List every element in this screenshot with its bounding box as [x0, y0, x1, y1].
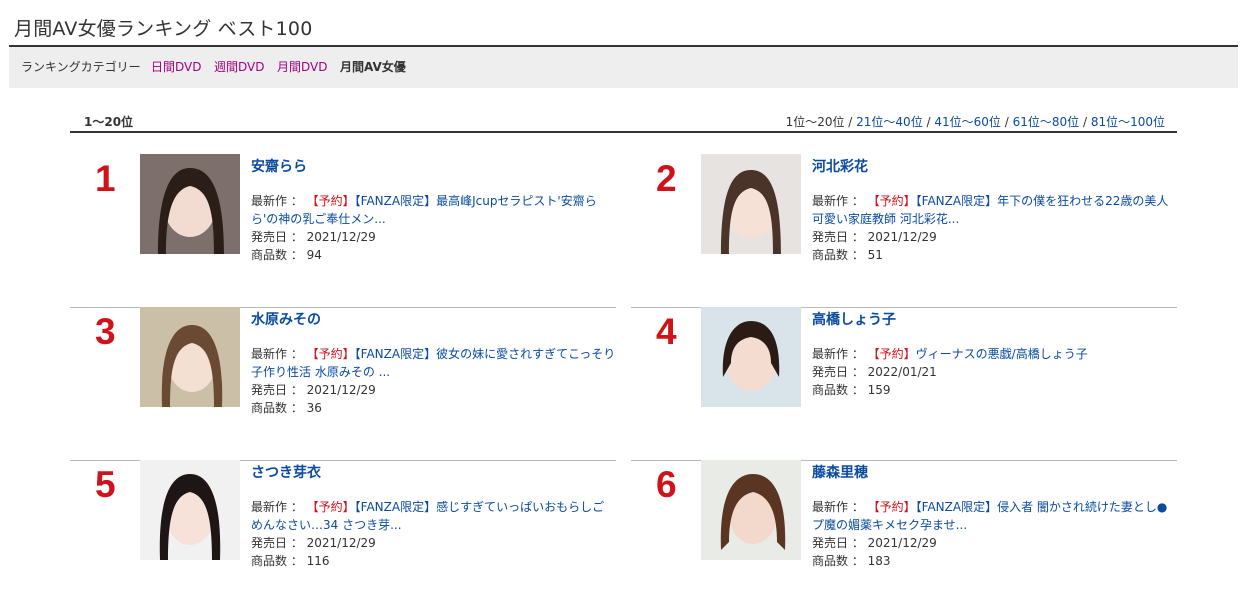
actress-photo-placeholder-icon [140, 460, 240, 560]
release-date: 2022/01/21 [867, 365, 937, 379]
release-label: 発売日 ： [251, 230, 307, 244]
actress-photo[interactable] [140, 154, 240, 254]
page-title: 月間AV女優ランキング ベスト100 [14, 18, 313, 40]
range-link-41-60[interactable]: 41位〜60位 [934, 115, 1001, 129]
latest-label: 最新作 ： [251, 500, 307, 514]
actress-name-link[interactable]: 河北彩花 [812, 156, 1177, 176]
count-label: 商品数 ： [251, 248, 307, 262]
category-monthly-dvd-link[interactable]: 月間DVD [277, 47, 327, 88]
rank-number: 2 [656, 158, 677, 199]
rank-number: 5 [95, 464, 116, 505]
range-bar: 1〜20位 1位〜20位 / 21位〜40位 / 41位〜60位 / 61位〜8… [70, 108, 1177, 133]
count-label: 商品数 ： [251, 554, 307, 568]
release-label: 発売日 ： [251, 383, 307, 397]
range-separator: / [1079, 115, 1091, 129]
ranking-card-2: 2 河北彩花 最新作 ： 【予約】【FANZA限定】年下の僕を狂わせる22歳の美… [631, 154, 1177, 308]
range-nav: 1位〜20位 / 21位〜40位 / 41位〜60位 / 61位〜80位 / 8… [786, 113, 1165, 130]
rank-number: 6 [656, 464, 677, 505]
actress-photo-placeholder-icon [701, 460, 801, 560]
reserve-tag: 【予約】 [867, 194, 916, 208]
rank-number: 3 [95, 311, 116, 352]
category-current: 月間AV女優 [340, 60, 406, 74]
reserve-tag: 【予約】 [306, 347, 355, 361]
category-label: ランキングカテゴリー [21, 60, 141, 74]
release-label: 発売日 ： [812, 230, 868, 244]
actress-photo[interactable] [701, 460, 801, 560]
ranking-card-1: 1 安齋らら 最新作 ： 【予約】【FANZA限定】最高峰Jcupセラピスト'安… [70, 154, 616, 308]
range-separator: / [922, 115, 935, 129]
rank-number: 4 [656, 311, 677, 352]
product-count: 36 [306, 401, 322, 415]
actress-name-link[interactable]: 水原みその [251, 309, 616, 329]
latest-work-link[interactable]: ヴィーナスの悪戯/高橋しょう子 [916, 347, 1088, 361]
actress-photo-placeholder-icon [701, 307, 801, 407]
range-link-21-40[interactable]: 21位〜40位 [856, 115, 923, 129]
reserve-tag: 【予約】 [867, 500, 916, 514]
category-weekly-dvd-link[interactable]: 週間DVD [214, 47, 264, 88]
release-date: 2021/12/29 [306, 383, 376, 397]
count-label: 商品数 ： [812, 248, 868, 262]
latest-label: 最新作 ： [812, 347, 868, 361]
range-separator: / [844, 115, 857, 129]
count-label: 商品数 ： [812, 383, 868, 397]
release-date: 2021/12/29 [306, 230, 376, 244]
reserve-tag: 【予約】 [306, 194, 355, 208]
actress-name-link[interactable]: 藤森里穂 [812, 462, 1177, 482]
product-count: 159 [867, 383, 891, 397]
actress-photo-placeholder-icon [140, 307, 240, 407]
rank-number: 1 [95, 158, 116, 199]
reserve-tag: 【予約】 [867, 347, 916, 361]
ranking-card-5: 5 さつき芽衣 最新作 ： 【予約】【FANZA限定】感じすぎていっぱいおもらし… [70, 460, 616, 613]
reserve-tag: 【予約】 [306, 500, 355, 514]
actress-name-link[interactable]: さつき芽衣 [251, 462, 616, 482]
release-label: 発売日 ： [812, 365, 868, 379]
actress-photo[interactable] [140, 460, 240, 560]
release-label: 発売日 ： [251, 536, 307, 550]
latest-label: 最新作 ： [251, 194, 307, 208]
product-count: 116 [306, 554, 330, 568]
product-count: 94 [306, 248, 322, 262]
latest-label: 最新作 ： [251, 347, 307, 361]
latest-label: 最新作 ： [812, 500, 868, 514]
product-count: 183 [867, 554, 891, 568]
product-count: 51 [867, 248, 883, 262]
count-label: 商品数 ： [251, 401, 307, 415]
release-date: 2021/12/29 [306, 536, 376, 550]
ranking-card-4: 4 高橋しょう子 最新作 ： 【予約】ヴィーナスの悪戯/高橋しょう子 発売日 ：… [631, 307, 1177, 461]
actress-photo-placeholder-icon [140, 154, 240, 254]
range-link-81-100[interactable]: 81位〜100位 [1091, 115, 1165, 129]
release-date: 2021/12/29 [867, 230, 937, 244]
actress-photo[interactable] [701, 154, 801, 254]
category-daily-dvd-link[interactable]: 日間DVD [151, 47, 201, 88]
ranking-card-3: 3 水原みその 最新作 ： 【予約】【FANZA限定】彼女の妹に愛されすぎてこっ… [70, 307, 616, 461]
count-label: 商品数 ： [812, 554, 868, 568]
latest-label: 最新作 ： [812, 194, 868, 208]
ranking-card-6: 6 藤森里穂 最新作 ： 【予約】【FANZA限定】侵入者 闇かされ続けた妻とし… [631, 460, 1177, 613]
range-nav-current: 1位〜20位 [785, 115, 845, 129]
actress-name-link[interactable]: 安齋らら [251, 156, 616, 176]
release-label: 発売日 ： [812, 536, 868, 550]
actress-name-link[interactable]: 高橋しょう子 [812, 309, 1177, 329]
actress-photo-placeholder-icon [701, 154, 801, 254]
range-current: 1〜20位 [84, 115, 134, 129]
range-separator: / [1000, 115, 1013, 129]
category-bar: ランキングカテゴリー 日間DVD 週間DVD 月間DVD 月間AV女優 [9, 47, 1238, 88]
actress-photo[interactable] [701, 307, 801, 407]
range-link-61-80[interactable]: 61位〜80位 [1013, 115, 1080, 129]
page-header: 月間AV女優ランキング ベスト100 [9, 0, 1238, 47]
actress-photo[interactable] [140, 307, 240, 407]
release-date: 2021/12/29 [867, 536, 937, 550]
